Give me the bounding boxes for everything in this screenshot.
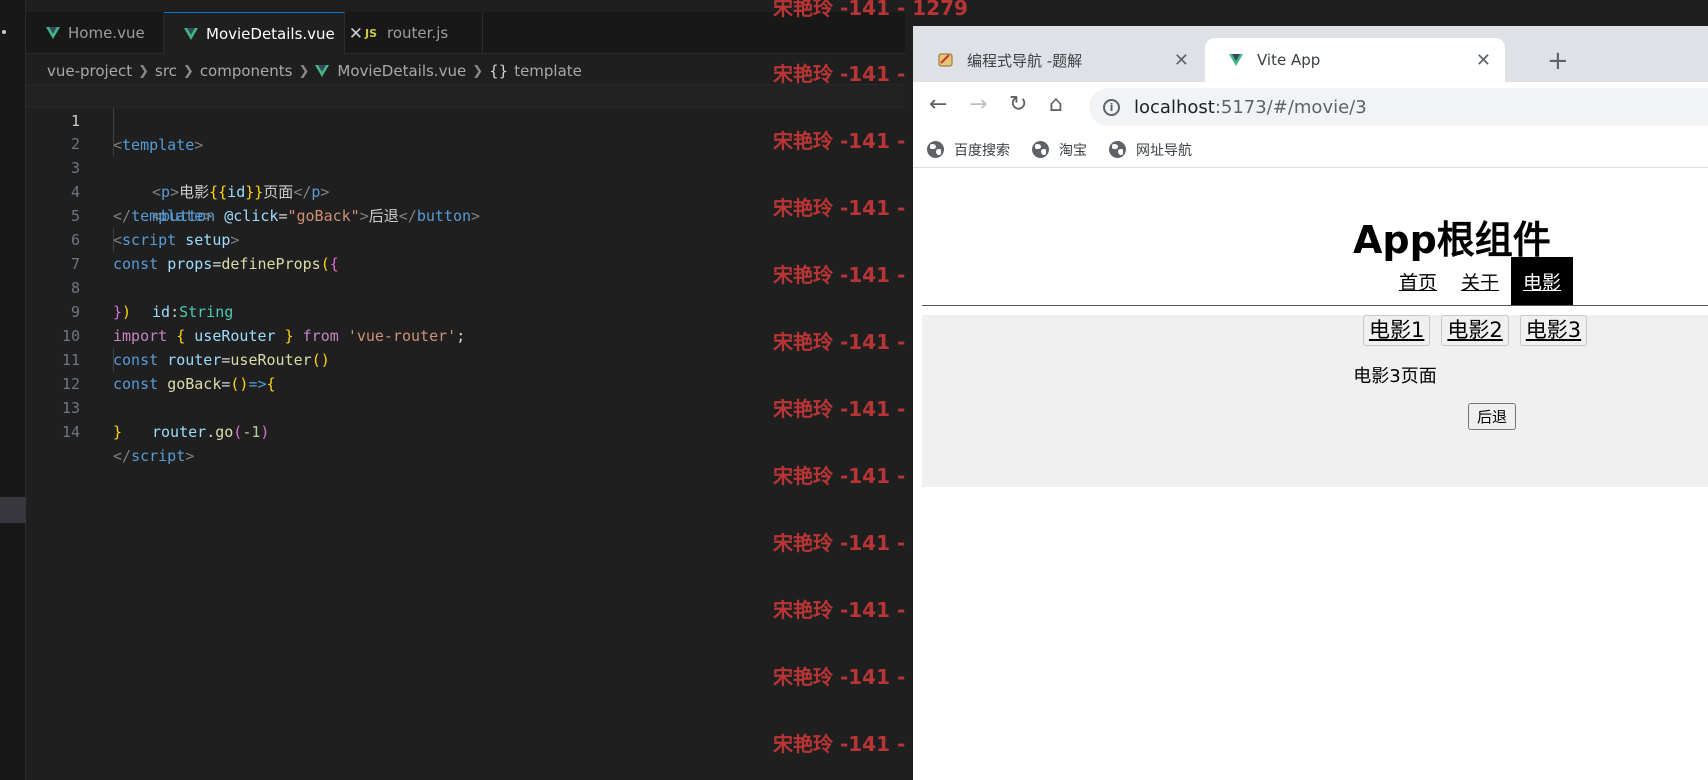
vue-icon [315,65,330,77]
code-text: </script> [113,447,195,465]
breadcrumb-item[interactable]: src [155,62,177,80]
browser-tab-label: 编程式导航 -题解 [967,51,1083,70]
chevron-right-icon: ❯ [472,63,484,79]
code-line[interactable]: 7 id:String [26,228,905,321]
globe-icon [927,141,944,158]
info-icon[interactable]: i [1103,98,1120,116]
browser-tab-label: Vite App [1257,51,1321,69]
back-arrow-icon[interactable]: ← [929,92,947,117]
divider [922,305,1708,306]
vue-icon [1229,54,1243,66]
indent-guide [113,132,114,156]
url-host: localhost [1134,96,1215,118]
tab-label: Home.vue [68,24,145,42]
close-icon[interactable]: ✕ [1174,50,1189,71]
breadcrumb-item[interactable]: components [200,62,293,80]
page-title: App根组件 [1353,218,1551,262]
js-icon: JS [365,26,378,40]
tab-label: router.js [387,24,449,42]
code-text: } [113,423,123,441]
chevron-right-icon: ❯ [298,63,310,79]
web-page: App根组件 首页 关于 电影 电影1 电影2 电影3 电影3页面 后退 [913,169,1708,780]
breadcrumb-item[interactable]: template [514,62,582,80]
globe-icon [1032,141,1049,158]
bookmark-label: 网址导航 [1136,142,1192,159]
chevron-right-icon: ❯ [138,63,149,79]
activity-indicator [2,30,6,34]
new-tab-button[interactable]: + [1547,46,1569,76]
browser-tab-tijie[interactable]: 编程式导航 -题解 ✕ [913,38,1203,82]
indent-guide [113,228,114,252]
bookmark-baidu[interactable]: 百度搜索 [927,140,1010,160]
tab-label: MovieDetails.vue [206,24,335,43]
chevron-right-icon: ❯ [182,63,194,79]
movie-detail-text: 电影3页面 [1353,366,1437,387]
browser-tab-vite-app[interactable]: Vite App ✕ [1205,38,1505,82]
browser-window: 编程式导航 -题解 ✕ Vite App ✕ + ← → ↻ ⌂ i local… [913,26,1708,780]
activity-bar [0,0,26,780]
url-path: :5173/#/movie/3 [1214,96,1367,118]
movie-link-3[interactable]: 电影3 [1519,315,1588,346]
vscode-window: Home.vue MovieDetails.vue ✕ JS router.js… [0,0,968,780]
watermark: 宋艳玲 -141 - 1279 [773,0,968,20]
code-line[interactable]: 10 const router=useRouter() [26,300,905,369]
breadcrumb: vue-project ❯ src ❯ components ❯ MovieDe… [47,60,582,82]
nav-link-home[interactable]: 首页 [1387,257,1449,305]
breadcrumb-item[interactable]: MovieDetails.vue [337,62,466,80]
vue-icon [46,27,60,39]
tab-moviedetails-vue[interactable]: MovieDetails.vue ✕ [164,12,363,54]
code-line[interactable]: 1 <template> [26,84,905,154]
bookmark-taobao[interactable]: 淘宝 [1032,140,1087,160]
tab-router-js[interactable]: JS router.js [345,12,483,54]
nav-link-about[interactable]: 关于 [1449,257,1511,305]
line-number: 14 [61,423,80,441]
tab-home-vue[interactable]: Home.vue [26,12,164,54]
breadcrumb-item[interactable]: vue-project [47,62,132,80]
bookmark-label: 百度搜索 [954,142,1010,159]
movie-link-1[interactable]: 电影1 [1363,315,1431,346]
movie-link-2[interactable]: 电影2 [1441,315,1509,346]
home-icon[interactable]: ⌂ [1049,92,1063,117]
bookmarks-bar: 百度搜索 淘宝 网址导航 [913,132,1708,168]
main-nav: 首页 关于 电影 [1387,257,1574,305]
movie-links: 电影1 电影2 电影3 [1363,315,1598,346]
movie-panel: 电影1 电影2 电影3 电影3页面 后退 [922,315,1708,487]
browser-toolbar: ← → ↻ ⌂ i localhost :5173/#/movie/3 [913,82,1708,132]
globe-icon [1109,141,1126,158]
activity-bar-selected-item[interactable] [0,497,26,523]
bookmark-nav[interactable]: 网址导航 [1109,140,1192,160]
bookmark-label: 淘宝 [1059,142,1087,159]
code-text: router.go(-1) [152,423,270,441]
close-icon[interactable]: ✕ [1476,50,1491,71]
indent-guide [113,348,114,372]
nav-link-movie[interactable]: 电影 [1511,257,1574,305]
back-button[interactable]: 后退 [1468,403,1517,430]
page-icon [938,53,953,67]
address-bar[interactable]: i localhost :5173/#/movie/3 [1089,88,1708,126]
code-line[interactable]: 4 </template> [26,156,905,225]
vue-icon [184,27,198,40]
reload-icon[interactable]: ↻ [1009,92,1027,117]
braces-icon: {} [489,62,509,80]
indent-guide [113,108,114,132]
forward-arrow-icon[interactable]: → [969,92,987,117]
browser-tab-strip: 编程式导航 -题解 ✕ Vite App ✕ + [913,26,1708,82]
